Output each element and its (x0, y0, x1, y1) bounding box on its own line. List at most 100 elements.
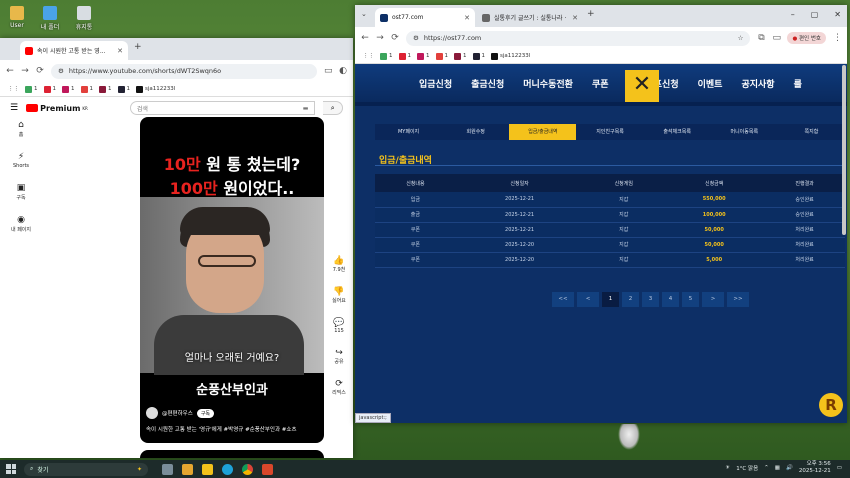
bookmark[interactable]: 1 (380, 52, 393, 60)
cast-icon[interactable]: ▭ (324, 66, 333, 76)
desktop-icon-my-folder[interactable]: 내 폴더 (36, 6, 64, 31)
back-icon[interactable]: ← (361, 33, 369, 43)
desktop-icon-recycle-bin[interactable]: 휴지통 (70, 6, 98, 31)
close-tab-icon[interactable]: ✕ (464, 14, 470, 22)
subtab-attendance[interactable]: 출석체크목록 (644, 124, 711, 140)
close-tab-icon[interactable]: ✕ (572, 14, 578, 22)
share-button[interactable]: ↪ 공유 (328, 348, 350, 365)
subtab-edit-member[interactable]: 회원수정 (442, 124, 509, 140)
bookmark[interactable]: sja112233l (136, 85, 175, 93)
extensions-icon[interactable]: ⧉ (757, 33, 765, 43)
short-description[interactable]: 속이 시원한 고통 받는 '영규'에게 #박영규 #순풍산부인과 #쇼츠 (146, 425, 318, 433)
page-2[interactable]: 2 (622, 292, 639, 307)
clock[interactable]: 오후 3:56 2025-12-21 (799, 461, 831, 475)
bookmark-star-icon[interactable]: ☆ (738, 34, 744, 42)
menu-coupon[interactable]: 쿠폰 (592, 77, 609, 90)
more-menu-icon[interactable]: ⋮ (833, 33, 842, 43)
menu-money-transfer[interactable]: 머니수동전환 (523, 77, 573, 90)
search-button[interactable]: ⌕ (323, 101, 343, 115)
search-input[interactable]: 검색 ▬ (129, 101, 316, 115)
site-info-icon[interactable]: ⚙ (413, 34, 419, 42)
site-r-logo[interactable]: R (819, 393, 843, 417)
forward-icon[interactable]: → (376, 33, 384, 43)
file-explorer-icon[interactable] (182, 463, 193, 475)
bookmark[interactable]: 1 (417, 52, 430, 60)
maximize-icon[interactable]: ▢ (811, 10, 819, 19)
subtab-mypage[interactable]: MY페이지 (375, 124, 442, 140)
bookmark[interactable]: 1 (472, 52, 485, 60)
bookmark[interactable]: 1 (80, 85, 93, 93)
chrome-icon[interactable] (242, 463, 253, 475)
bookmark[interactable]: sja112233l (491, 52, 530, 60)
comments-button[interactable]: 💬 115 (328, 318, 350, 334)
start-icon[interactable] (6, 464, 16, 474)
apps-icon[interactable]: ⋮⋮ (8, 86, 19, 92)
tab-list-icon[interactable]: ⌄ (361, 10, 367, 18)
side-nav-shorts[interactable]: ⚡ Shorts (6, 152, 36, 169)
sticky-notes-icon[interactable] (202, 463, 213, 475)
bookmark[interactable]: 1 (25, 85, 38, 93)
page-5[interactable]: 5 (682, 292, 699, 307)
tab-youtube[interactable]: 속이 시원한 고통 받는 영... ✕ (20, 41, 128, 60)
desktop-icon-user[interactable]: User (3, 6, 31, 29)
channel-avatar[interactable] (146, 407, 158, 419)
page-1[interactable]: 1 (602, 292, 619, 307)
keyboard-icon[interactable]: ▬ (303, 105, 309, 112)
close-popup-button[interactable]: ✕ (625, 70, 659, 102)
volume-icon[interactable]: 🔊 (786, 465, 793, 471)
page-last[interactable]: >> (727, 292, 749, 307)
tab-review[interactable]: 실통후기 글쓰기 : 실통나라 · ✕ (477, 8, 583, 27)
side-nav-subscriptions[interactable]: ▣ 구독 (6, 183, 36, 201)
close-tab-icon[interactable]: ✕ (117, 47, 123, 55)
next-short-preview[interactable] (140, 450, 324, 458)
minimize-icon[interactable]: – (791, 10, 795, 19)
tray-overflow-icon[interactable]: ⌃ (764, 465, 769, 471)
notifications-icon[interactable]: ▭ (837, 465, 842, 471)
new-tab-icon[interactable]: + (587, 9, 595, 19)
bookmark[interactable]: 1 (117, 85, 130, 93)
app-icon[interactable] (262, 463, 273, 475)
menu-withdraw[interactable]: 출금신청 (471, 77, 504, 90)
bookmark[interactable]: 1 (43, 85, 56, 93)
subscribe-button[interactable]: 구독 (196, 408, 215, 418)
scrollbar[interactable] (842, 65, 846, 235)
profile-button[interactable]: ● 편인 번호 (787, 32, 826, 44)
menu-rules[interactable]: 룰 (794, 77, 802, 90)
forward-icon[interactable]: → (21, 66, 29, 76)
side-nav-home[interactable]: ⌂ 홈 (6, 120, 36, 138)
sidebar-icon[interactable]: ▭ (772, 33, 781, 43)
subtab-messages[interactable]: 쪽지함 (778, 124, 845, 140)
page-4[interactable]: 4 (662, 292, 679, 307)
address-bar[interactable]: ⚙ https://ost77.com ☆ (406, 30, 751, 46)
close-window-icon[interactable]: ✕ (834, 10, 841, 19)
address-bar[interactable]: ⚙ https://www.youtube.com/shorts/dWT2Swq… (51, 63, 317, 79)
menu-deposit[interactable]: 입금신청 (419, 77, 452, 90)
reload-icon[interactable]: ⟳ (36, 66, 44, 76)
page-first[interactable]: << (552, 292, 574, 307)
short-video-player[interactable]: 10만 원 통 쳤는데? 100만 원이었다.. 얼마나 오래된 거예요? 순풍… (140, 117, 324, 443)
weather-text[interactable]: 1°C 맑음 (736, 464, 758, 472)
subtab-friends[interactable]: 지인친구목록 (576, 124, 643, 140)
profile-icon[interactable]: ◐ (339, 66, 347, 76)
weather-icon[interactable]: ☀ (725, 465, 730, 471)
taskbar-search[interactable]: ⌕ 찾기 ✦ (24, 462, 148, 476)
apps-icon[interactable]: ⋮⋮ (363, 53, 374, 59)
network-icon[interactable]: ▦ (775, 465, 780, 471)
reload-icon[interactable]: ⟳ (391, 33, 399, 43)
dislike-button[interactable]: 👎 싫어요 (328, 287, 350, 304)
side-nav-you[interactable]: ◉ 내 페이지 (6, 215, 36, 233)
tab-ost77[interactable]: ost77.com ✕ (375, 8, 475, 27)
channel-name[interactable]: @편편하우스 (162, 409, 193, 417)
task-view-icon[interactable] (162, 463, 173, 475)
page-3[interactable]: 3 (642, 292, 659, 307)
bookmark[interactable]: 1 (435, 52, 448, 60)
bookmark[interactable]: 1 (454, 52, 467, 60)
edge-icon[interactable] (222, 463, 233, 475)
menu-event[interactable]: 이벤트 (698, 77, 723, 90)
bookmark[interactable]: 1 (99, 85, 112, 93)
new-tab-icon[interactable]: + (134, 42, 142, 52)
remix-button[interactable]: ⟳ 리믹스 (328, 379, 350, 396)
page-next[interactable]: > (702, 292, 724, 307)
like-button[interactable]: 👍 7.9천 (328, 256, 350, 273)
back-icon[interactable]: ← (6, 66, 14, 76)
